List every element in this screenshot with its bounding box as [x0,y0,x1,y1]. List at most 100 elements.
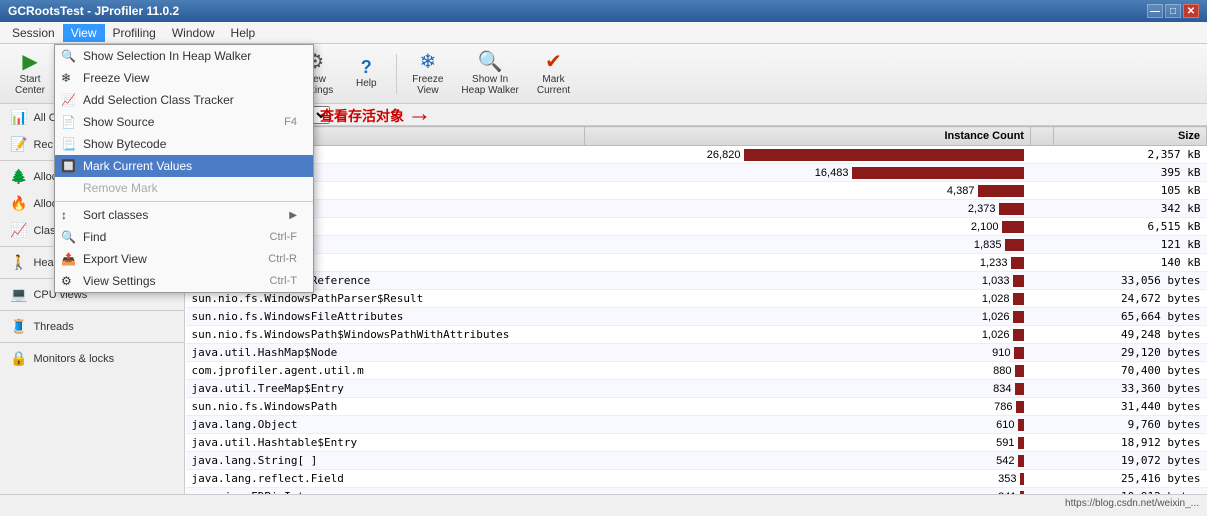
table-row[interactable]: java.util.HashMap$Node 910 29,120 bytes [186,344,1207,362]
cell-size: 25,416 bytes [1054,470,1207,488]
cell-size: 33,056 bytes [1054,272,1207,290]
menu-profiling[interactable]: Profiling [105,24,164,42]
cell-instance-count: 591 [585,434,1031,452]
table-row[interactable]: 16,483 395 kB [186,164,1207,182]
table-row[interactable]: 26,820 2,357 kB [186,146,1207,164]
cell-size: 2,357 kB [1054,146,1207,164]
cell-name: java.lang.Object [186,416,585,434]
table-container[interactable]: Name Instance Count Size 26,820 2,357 kB… [185,126,1207,494]
ctx-export-view[interactable]: 📤 Export View Ctrl-R [55,248,313,270]
mark-current-button[interactable]: ✔ Mark Current [530,47,577,101]
recorded-objects-icon: 📝 [10,136,27,153]
table-row[interactable]: sun.nio.fs.WindowsFileAttributes 1,026 6… [186,308,1207,326]
cell-sort [1030,452,1053,470]
help-button[interactable]: ? Help [344,53,388,94]
ctx-sort-classes[interactable]: ↕ Sort classes [55,204,313,226]
menu-help[interactable]: Help [223,24,264,42]
table-row[interactable]: 2,100 6,515 kB [186,218,1207,236]
cell-instance-count: 1,028 [585,290,1031,308]
mark-tb-icon: ✔ [545,52,562,72]
cell-name: java.util.Hashtable$Entry [186,434,585,452]
sidebar-divider-4 [0,310,184,311]
toolbar-separator-2 [396,54,397,94]
heap-walker-tb-icon: 🔍 [478,52,503,72]
sidebar-item-monitors-locks[interactable]: 🔒 Monitors & locks [0,345,184,372]
menu-session[interactable]: Session [4,24,63,42]
cell-size: 33,360 bytes [1054,380,1207,398]
ctx-view-settings[interactable]: ⚙ View Settings Ctrl-T [55,270,313,292]
table-row[interactable]: sun.misc.FDBigInteger 341 10,912 bytes [186,488,1207,495]
cell-sort [1030,308,1053,326]
menu-view[interactable]: View [63,24,105,42]
table-row[interactable]: 1,233 140 kB [186,254,1207,272]
close-button[interactable]: ✕ [1183,4,1199,18]
cell-size: 18,912 bytes [1054,434,1207,452]
ctx-add-selection-class-tracker[interactable]: 📈 Add Selection Class Tracker [55,89,313,111]
help-icon: ? [361,58,372,76]
maximize-button[interactable]: □ [1165,4,1181,18]
cell-size: 24,672 bytes [1054,290,1207,308]
cell-instance-count: 910 [585,344,1031,362]
cell-size: 6,515 kB [1054,218,1207,236]
cell-name: sun.nio.fs.WindowsPath [186,398,585,416]
ctx-freeze-view[interactable]: ❄ Freeze View [55,67,313,89]
status-url: https://blog.csdn.net/weixin_... [1065,498,1199,509]
table-row[interactable]: 4,387 105 kB [186,182,1207,200]
cell-size: 140 kB [1054,254,1207,272]
cell-sort [1030,272,1053,290]
allocation-call-tree-icon: 🌲 [10,168,27,185]
col-size[interactable]: Size [1054,127,1207,146]
cell-name: sun.nio.fs.WindowsFileAttributes [186,308,585,326]
table-row[interactable]: 2,373 342 kB [186,200,1207,218]
cell-instance-count: 26,820 [585,146,1031,164]
heap-walker-sidebar-icon: 🚶 [10,254,27,271]
right-content: View specific Classes Name Instance Coun… [185,104,1207,494]
class-tracker-icon: 📈 [10,222,27,239]
table-row[interactable]: java.lang.Object 610 9,760 bytes [186,416,1207,434]
col-sort-arrow[interactable] [1030,127,1053,146]
cell-instance-count: 834 [585,380,1031,398]
col-instance-count[interactable]: Instance Count [585,127,1031,146]
cell-name: sun.misc.FDBigInteger [186,488,585,495]
cell-instance-count: 2,100 [585,218,1031,236]
class-tracker-icon: 📈 [61,93,76,107]
table-row[interactable]: sun.nio.fs.WindowsPathParser$Result 1,02… [186,290,1207,308]
sort-icon: ↕ [61,208,67,222]
mark-icon: 🔲 [61,159,76,173]
table-row[interactable]: sun.nio.fs.WindowsPath$WindowsPathWithAt… [186,326,1207,344]
cell-size: 10,912 bytes [1054,488,1207,495]
sidebar-item-threads[interactable]: 🧵 Threads [0,313,184,340]
minimize-button[interactable]: — [1147,4,1163,18]
ctx-show-bytecode[interactable]: 📃 Show Bytecode [55,133,313,155]
table-row[interactable]: java.lang.ref.WeakReference 1,033 33,056… [186,272,1207,290]
table-row[interactable]: 1,835 121 kB [186,236,1207,254]
ctx-show-selection-heap-walker[interactable]: 🔍 Show Selection In Heap Walker [55,45,313,67]
table-row[interactable]: java.lang.reflect.Field 353 25,416 bytes [186,470,1207,488]
ctx-separator-1 [55,201,313,202]
table-row[interactable]: sun.nio.fs.WindowsPath 786 31,440 bytes [186,398,1207,416]
table-row[interactable]: com.jprofiler.agent.util.m 880 70,400 by… [186,362,1207,380]
cell-sort [1030,182,1053,200]
context-menu: 🔍 Show Selection In Heap Walker ❄ Freeze… [54,44,314,293]
sidebar-divider-5 [0,342,184,343]
ctx-mark-current-values[interactable]: 🔲 Mark Current Values [55,155,313,177]
show-in-heap-walker-button[interactable]: 🔍 Show In Heap Walker [454,47,525,101]
cell-size: 19,072 bytes [1054,452,1207,470]
menu-window[interactable]: Window [164,24,223,42]
cell-sort [1030,254,1053,272]
cell-sort [1030,218,1053,236]
cell-size: 31,440 bytes [1054,398,1207,416]
table-row[interactable]: java.util.TreeMap$Entry 834 33,360 bytes [186,380,1207,398]
start-center-button[interactable]: ▶ Start Center [8,47,52,101]
cell-instance-count: 610 [585,416,1031,434]
cell-size: 9,760 bytes [1054,416,1207,434]
cell-sort [1030,290,1053,308]
instances-table: Name Instance Count Size 26,820 2,357 kB… [185,126,1207,494]
table-row[interactable]: java.util.Hashtable$Entry 591 18,912 byt… [186,434,1207,452]
cell-instance-count: 880 [585,362,1031,380]
ctx-find[interactable]: 🔍 Find Ctrl-F [55,226,313,248]
freeze-view-button[interactable]: ❄ Freeze View [405,47,450,101]
ctx-remove-mark[interactable]: Remove Mark [55,177,313,199]
ctx-show-source[interactable]: 📄 Show Source F4 [55,111,313,133]
table-row[interactable]: java.lang.String[ ] 542 19,072 bytes [186,452,1207,470]
